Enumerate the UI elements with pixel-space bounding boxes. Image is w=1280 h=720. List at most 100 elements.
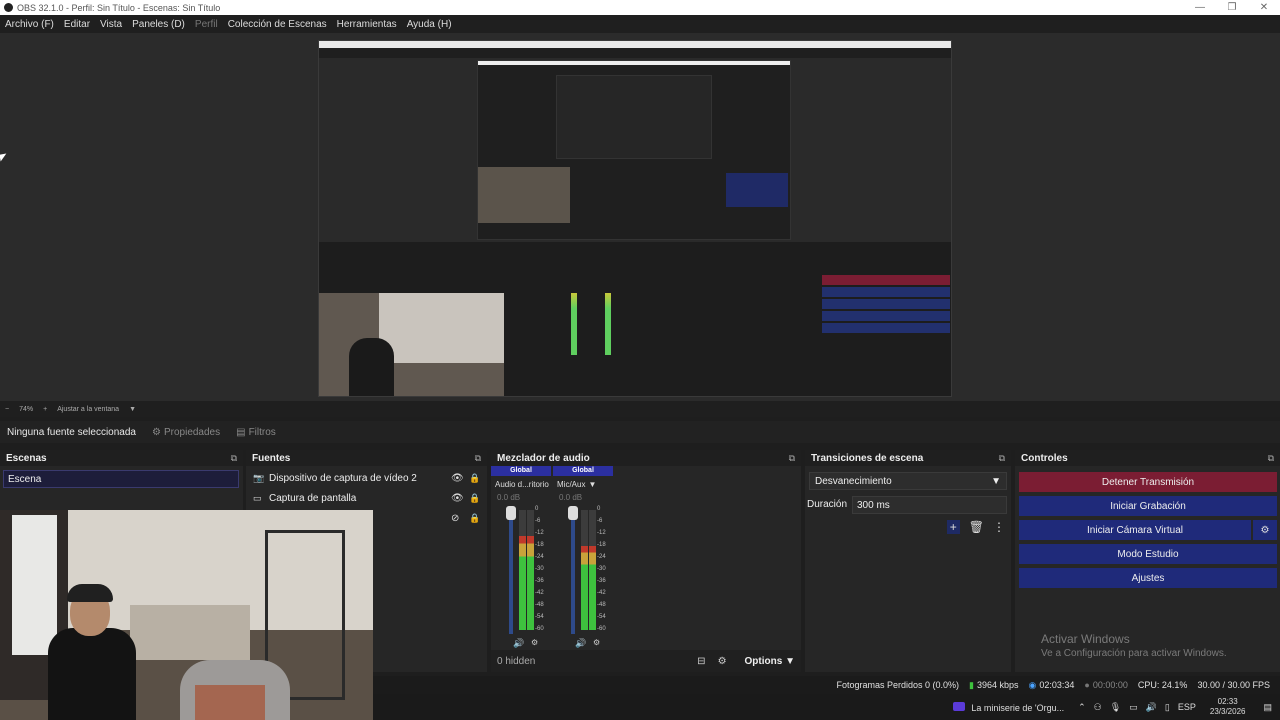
channel-name[interactable]: Mic/Aux ▼ (553, 480, 613, 489)
meter-scale-tick: -60 (535, 626, 544, 632)
channel-name[interactable]: Audio d...ritorio ▼ (491, 480, 551, 489)
nested-btn (822, 299, 950, 309)
scene-item[interactable]: Escena (3, 470, 239, 488)
media-widget[interactable]: La miniserie de 'Orgu... (953, 701, 1064, 713)
transitions-body: Desvanecimiento ▼ Duración 300 ms + 🗑 ⋮ (805, 466, 1011, 672)
maximize-button[interactable]: ❐ (1216, 2, 1248, 13)
filters-button[interactable]: ▤ Filtros (236, 427, 276, 438)
nested-webcam (478, 167, 570, 223)
studio-mode-button[interactable]: Modo Estudio (1019, 544, 1277, 564)
transition-tools: + 🗑 ⋮ (938, 520, 1005, 534)
tray-icon[interactable]: ⚇ (1094, 702, 1102, 713)
options-label: Options (744, 655, 783, 667)
more-icon[interactable]: ⋮ (993, 520, 1005, 534)
preview-canvas[interactable] (318, 40, 952, 397)
chevron-up-icon[interactable]: ⌃ (1078, 702, 1086, 713)
zoom-out-button[interactable]: − (0, 406, 14, 413)
eye-icon[interactable]: 👁 (451, 473, 464, 484)
stop-stream-button[interactable]: Detener Transmisión (1019, 472, 1277, 492)
undock-icon[interactable]: ⧉ (475, 453, 481, 464)
channel-db: 0.0 dB (497, 493, 521, 502)
minimize-button[interactable]: — (1184, 2, 1216, 13)
volume-fader[interactable] (509, 514, 513, 634)
settings-button[interactable]: Ajustes (1019, 568, 1277, 588)
chevron-down-icon[interactable]: ▼ (588, 480, 596, 489)
menu-archivo[interactable]: Archivo (F) (0, 19, 59, 30)
meter-scale-tick: 0 (535, 506, 539, 512)
nested-docks (319, 263, 951, 396)
filters-label: Filtros (248, 426, 276, 438)
battery-icon[interactable]: ▯ (1165, 702, 1170, 713)
lock-icon[interactable]: 🔒 (469, 493, 480, 504)
close-button[interactable]: ✕ (1248, 2, 1280, 13)
fader-knob[interactable] (568, 506, 578, 520)
undock-icon[interactable]: ⧉ (231, 453, 237, 464)
preview-area[interactable] (0, 33, 1280, 401)
duration-input[interactable]: 300 ms (852, 496, 1007, 514)
network-icon[interactable]: ▭ (1129, 702, 1138, 713)
start-recording-button[interactable]: Iniciar Grabación (1019, 496, 1277, 516)
trash-icon[interactable]: 🗑 (969, 520, 984, 534)
gear-icon[interactable]: ⚙ (593, 638, 600, 647)
notification-icon[interactable]: ▤ (1263, 702, 1272, 713)
layout-icon[interactable]: ⊟ (697, 656, 705, 667)
lock-icon[interactable]: 🔒 (469, 513, 480, 524)
meter-scale-tick: -54 (597, 614, 606, 620)
nested-btn (822, 323, 950, 333)
transition-select[interactable]: Desvanecimiento ▼ (809, 472, 1007, 490)
fader-knob[interactable] (506, 506, 516, 520)
gear-icon[interactable]: ⚙ (531, 638, 538, 647)
meter-scale-tick: -12 (597, 530, 606, 536)
volume-fader[interactable] (571, 514, 575, 634)
source-row[interactable]: ▭ Captura de pantalla 👁 🔒 (246, 488, 487, 508)
mixer-body: Global Audio d...ritorio ▼ 0.0 dB 0 -6 -12… (491, 466, 801, 672)
zoom-in-button[interactable]: + (38, 406, 52, 413)
undock-icon[interactable]: ⧉ (1268, 453, 1274, 464)
menu-paneles[interactable]: Paneles (D) (127, 19, 190, 30)
undock-icon[interactable]: ⧉ (999, 453, 1005, 464)
fit-window-label[interactable]: Ajustar a la ventana (52, 406, 124, 413)
meter-scale-tick: -24 (535, 554, 544, 560)
undock-icon[interactable]: ⧉ (789, 453, 795, 464)
mixer-footer: 0 hidden ⊟ ⚙ Options ▼ (491, 650, 801, 672)
chevron-down-icon[interactable]: ▼ (124, 406, 141, 413)
eye-icon[interactable]: 👁 (451, 493, 464, 504)
clock-date: 23/3/2026 (1209, 707, 1246, 716)
gear-icon[interactable]: ⚙ (1253, 520, 1277, 540)
lock-icon[interactable]: 🔒 (469, 473, 480, 484)
clock[interactable]: 02:33 23/3/2026 (1210, 697, 1246, 717)
language-indicator[interactable]: ESP (1178, 702, 1196, 712)
microphone-icon[interactable]: 🎙 (1110, 702, 1121, 713)
mixer-title: Mezclador de audio (497, 452, 590, 464)
meter-scale-tick: -6 (597, 518, 603, 524)
menu-vista[interactable]: Vista (95, 19, 127, 30)
menu-ayuda[interactable]: Ayuda (H) (402, 19, 457, 30)
options-button[interactable]: Options ▼ (745, 656, 795, 667)
source-row[interactable]: 📷 Dispositivo de captura de vídeo 2 👁 🔒 (246, 468, 487, 488)
add-icon[interactable]: + (946, 520, 960, 534)
sources-header: Fuentes ⧉ (246, 450, 487, 466)
eye-hidden-icon[interactable]: ⊘ (451, 513, 463, 524)
nested-webcam-large (319, 293, 504, 396)
zoom-bar: − 74% + Ajustar a la ventana ▼ (0, 401, 1280, 417)
speaker-icon[interactable]: 🔊 (513, 638, 524, 649)
record-time-value: 00:00:00 (1092, 680, 1128, 690)
speaker-icon[interactable]: 🔊 (575, 638, 586, 649)
menu-perfil[interactable]: Perfil (190, 19, 223, 30)
record-time: ● 00:00:00 (1084, 680, 1127, 690)
gear-icon[interactable]: ⚙ (718, 656, 727, 667)
meter-scale-tick: -54 (535, 614, 544, 620)
menu-herramientas[interactable]: Herramientas (332, 19, 402, 30)
transitions-header: Transiciones de escena ⧉ (805, 450, 1011, 466)
menu-editar[interactable]: Editar (59, 19, 95, 30)
volume-meter (519, 510, 526, 630)
menu-coleccion-escenas[interactable]: Colección de Escenas (223, 19, 332, 30)
start-virtual-camera-button[interactable]: Iniciar Cámara Virtual (1019, 520, 1251, 540)
volume-icon[interactable]: 🔊 (1146, 702, 1157, 713)
nested-menu-bar (319, 48, 951, 58)
meter-scale-tick: -36 (535, 578, 544, 584)
webcam-curtain (12, 515, 57, 655)
channel-label: Mic/Aux (557, 480, 586, 489)
meter-fill (527, 536, 534, 630)
properties-button[interactable]: ⚙ Propiedades (152, 427, 220, 438)
